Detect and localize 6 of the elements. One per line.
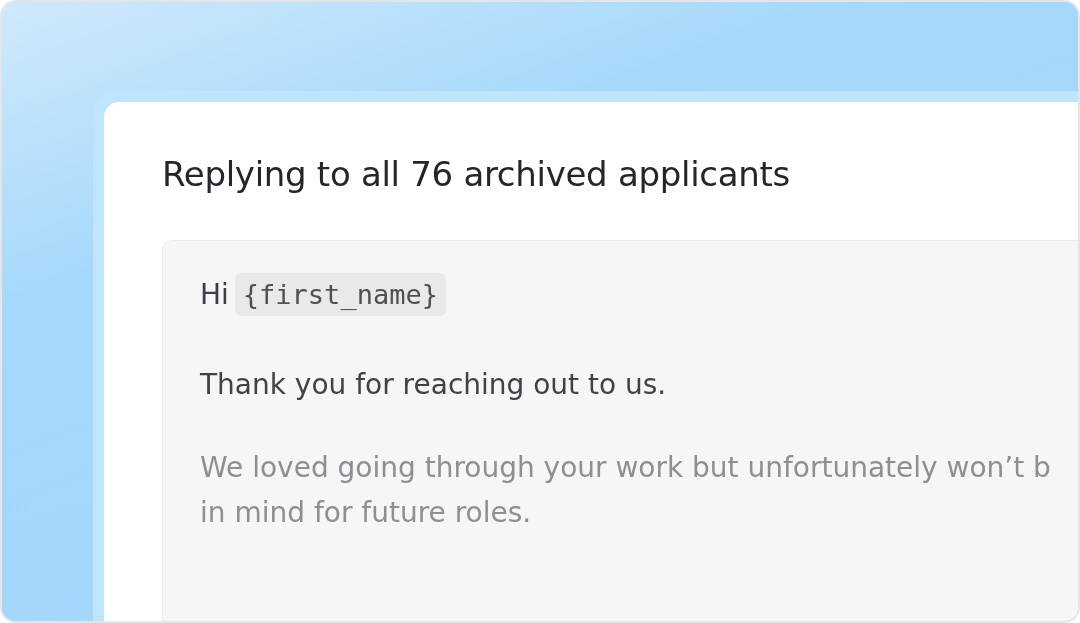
merge-field-tag: {first_name}	[234, 273, 446, 316]
message-paragraph: Thank you for reaching out to us.	[200, 367, 667, 403]
message-editor[interactable]: Hi {first_name} Thank you for reaching out to us. We loved going through your work but unfortunately won’t b in mind for future roles.	[162, 240, 1078, 621]
message-paragraph: We loved going through your work but unfortunately won’t b in mind for future roles.	[200, 450, 1051, 531]
dialog-title: Replying to all 76 archived applicants	[162, 154, 791, 194]
greeting-text: Hi	[200, 278, 229, 311]
